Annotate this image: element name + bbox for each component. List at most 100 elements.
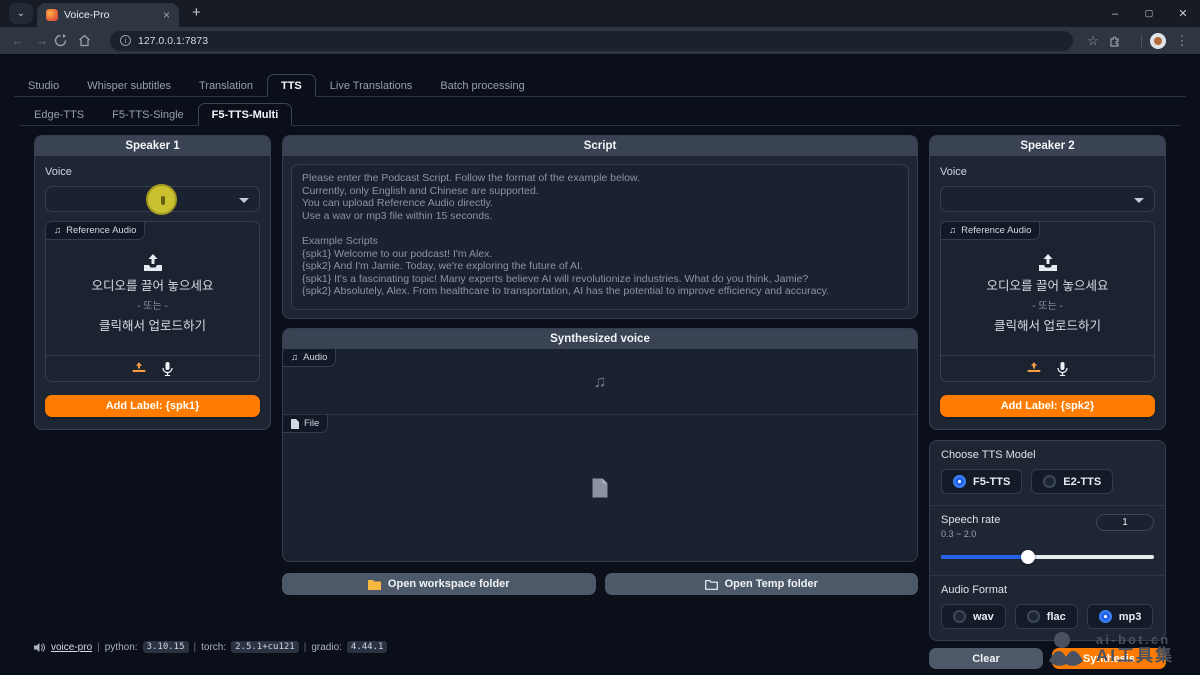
add-label-spk1-button[interactable]: Add Label: {spk1}: [45, 395, 260, 417]
tab-live-translations[interactable]: Live Translations: [316, 74, 427, 97]
music-note-icon: ♫: [291, 352, 298, 363]
synthesized-file-area[interactable]: File: [283, 415, 917, 561]
radio-e2-tts[interactable]: E2-TTS: [1031, 469, 1113, 494]
speaker2-voice-label: Voice: [940, 166, 1155, 178]
tts-settings-panel: Choose TTS Model F5-TTS E2-TTS: [929, 440, 1166, 641]
address-bar[interactable]: i 127.0.0.1:7873: [110, 31, 1073, 51]
radio-unselected-icon: [1043, 475, 1056, 488]
tts-multi-content: Speaker 1 Voice ♫ Reference Audio: [0, 126, 1200, 669]
python-label: python:: [105, 642, 138, 653]
ai-bot-logo-icon: [1045, 631, 1087, 667]
voice-pro-app: Studio Whisper subtitles Translation TTS…: [0, 56, 1200, 675]
speaker1-source-select: [46, 355, 259, 381]
home-icon[interactable]: [78, 34, 102, 47]
folder-buttons-row: Open workspace folder Open Temp folder: [282, 573, 918, 595]
script-panel: Script Please enter the Podcast Script. …: [282, 135, 918, 319]
speaker1-panel: Speaker 1 Voice ♫ Reference Audio: [34, 135, 271, 430]
speaker2-panel: Speaker 2 Voice ♫ Reference Audio 오디오를: [929, 135, 1166, 430]
dropzone-line1: 오디오를 끌어 놓으세요: [987, 275, 1109, 294]
file-icon: [593, 479, 608, 498]
back-icon[interactable]: ←: [6, 33, 30, 48]
speaker-icon: [34, 642, 46, 653]
menu-kebab-icon[interactable]: ⋮: [1170, 33, 1194, 49]
speaker2-reference-audio-tab: ♫ Reference Audio: [941, 222, 1040, 240]
synthesized-voice-panel: Synthesized voice ♫ Audio ♫ File: [282, 328, 918, 562]
forward-icon[interactable]: →: [30, 33, 54, 48]
speaker1-voice-dropdown[interactable]: [45, 186, 260, 212]
close-tab-icon[interactable]: ×: [163, 9, 170, 21]
gradio-label: gradio:: [311, 642, 342, 653]
radio-flac[interactable]: flac: [1015, 604, 1078, 629]
tab-f5-tts-single[interactable]: F5-TTS-Single: [98, 103, 198, 126]
torch-label: torch:: [201, 642, 226, 653]
extensions-icon[interactable]: [1109, 34, 1133, 47]
tab-f5-tts-multi[interactable]: F5-TTS-Multi: [198, 103, 293, 126]
minimize-icon[interactable]: –: [1098, 8, 1132, 20]
watermark-title: AI工具集: [1096, 647, 1174, 665]
dropzone-line2: - 또는 -: [137, 297, 168, 312]
slider-handle[interactable]: [1021, 550, 1035, 564]
tab-title: Voice-Pro: [64, 9, 157, 21]
gradio-version-badge: 4.44.1: [347, 641, 388, 653]
chevron-down-icon: [239, 198, 249, 203]
add-label-spk2-button[interactable]: Add Label: {spk2}: [940, 395, 1155, 417]
radio-mp3[interactable]: mp3: [1087, 604, 1154, 629]
upload-source-icon[interactable]: [132, 362, 146, 375]
speech-rate-label: Speech rate: [941, 514, 1000, 526]
upload-source-icon[interactable]: [1027, 362, 1041, 375]
tab-batch-processing[interactable]: Batch processing: [426, 74, 538, 97]
music-note-icon: ♫: [54, 225, 61, 236]
radio-wav[interactable]: wav: [941, 604, 1006, 629]
favicon-icon: [46, 9, 58, 21]
audio-label-tab: ♫ Audio: [283, 349, 336, 367]
music-note-icon: ♫: [594, 372, 607, 392]
browser-toolbar: ← → i 127.0.0.1:7873 ☆ ⋮: [0, 27, 1200, 55]
browser-tab[interactable]: Voice-Pro ×: [37, 3, 179, 27]
speech-rate-slider[interactable]: [941, 550, 1154, 564]
speaker2-source-select: [941, 355, 1154, 381]
music-note-icon: ♫: [949, 225, 956, 236]
open-temp-folder-button[interactable]: Open Temp folder: [605, 573, 919, 595]
file-label-tab: File: [283, 415, 328, 433]
tab-translation[interactable]: Translation: [185, 74, 267, 97]
tab-studio[interactable]: Studio: [14, 74, 73, 97]
site-info-icon[interactable]: i: [120, 35, 131, 46]
status-footer: voice-pro | python: 3.10.15 | torch: 2.5…: [34, 641, 387, 653]
tts-sub-tab-bar: Edge-TTS F5-TTS-Single F5-TTS-Multi: [20, 102, 1180, 126]
tab-tts[interactable]: TTS: [267, 74, 316, 97]
speaker2-column: Speaker 2 Voice ♫ Reference Audio 오디오를: [929, 135, 1166, 669]
file-icon: [291, 419, 299, 429]
dropzone-line3: 클릭해서 업로드하기: [994, 315, 1101, 334]
speaker2-voice-dropdown[interactable]: [940, 186, 1155, 212]
close-window-icon[interactable]: ✕: [1166, 7, 1200, 20]
tab-edge-tts[interactable]: Edge-TTS: [20, 103, 98, 126]
speaker1-title: Speaker 1: [35, 136, 270, 156]
python-version-badge: 3.10.15: [143, 641, 189, 653]
bookmark-star-icon[interactable]: ☆: [1081, 33, 1105, 49]
open-workspace-folder-button[interactable]: Open workspace folder: [282, 573, 596, 595]
new-tab-button[interactable]: +: [192, 4, 201, 21]
tab-search-button[interactable]: ⌄: [9, 3, 33, 24]
synthesized-voice-title: Synthesized voice: [283, 329, 917, 349]
speaker1-reference-audio-dropzone[interactable]: ♫ Reference Audio 오디오를 끌어 놓으세요 - 또는 - 클릭…: [45, 221, 260, 382]
microphone-icon[interactable]: [1057, 362, 1068, 376]
maximize-icon[interactable]: ▢: [1132, 8, 1166, 19]
clear-button[interactable]: Clear: [929, 648, 1043, 669]
speech-rate-input[interactable]: 1: [1096, 514, 1154, 531]
speaker2-reference-audio-dropzone[interactable]: ♫ Reference Audio 오디오를 끌어 놓으세요 - 또는 - 클릭…: [940, 221, 1155, 382]
folder-outline-icon: [705, 579, 718, 590]
torch-version-badge: 2.5.1+cu121: [231, 641, 299, 653]
radio-f5-tts[interactable]: F5-TTS: [941, 469, 1022, 494]
voice-pro-link[interactable]: voice-pro: [51, 642, 92, 653]
script-textarea[interactable]: Please enter the Podcast Script. Follow …: [291, 164, 909, 310]
main-tab-bar: Studio Whisper subtitles Translation TTS…: [14, 73, 1186, 97]
audio-format-label: Audio Format: [941, 584, 1154, 596]
profile-avatar[interactable]: [1150, 33, 1166, 49]
tab-whisper-subtitles[interactable]: Whisper subtitles: [73, 74, 185, 97]
chevron-down-icon: [1134, 198, 1144, 203]
microphone-icon[interactable]: [162, 362, 173, 376]
dropzone-line2: - 또는 -: [1032, 297, 1063, 312]
synthesized-audio-area[interactable]: ♫ Audio ♫: [283, 349, 917, 415]
radio-selected-icon: [1099, 610, 1112, 623]
reload-icon[interactable]: [54, 34, 78, 47]
